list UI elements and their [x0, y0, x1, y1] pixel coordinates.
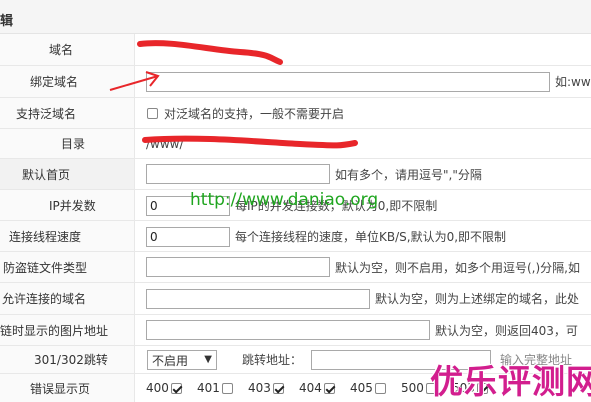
- domain-label: 域名: [49, 43, 74, 57]
- hotlink-types-label: 防盗链文件类型: [3, 260, 88, 275]
- watermark-url: http://www.daniao.org: [190, 190, 379, 210]
- allowed-domains-label: 允许连接的域名: [2, 292, 87, 306]
- default-page-hint: 如有多个，请用逗号","分隔: [335, 167, 482, 182]
- checkbox-icon[interactable]: [170, 382, 182, 394]
- checkbox-icon[interactable]: [374, 382, 386, 394]
- conn-speed-label: 连接线程速度: [9, 229, 82, 244]
- hotlink-image-label: 链时显示的图片地址: [0, 323, 109, 338]
- bind-domain-input[interactable]: [146, 72, 550, 92]
- directory-label: 目录: [61, 137, 86, 151]
- hotlink-image-input[interactable]: [146, 320, 430, 340]
- row-bind-domain: 绑定域名 如:www: [0, 66, 591, 98]
- redirect-label: 301/302跳转: [34, 353, 108, 367]
- redirect-target-label: 跳转地址：: [242, 353, 303, 367]
- wildcard-label: 支持泛域名: [16, 106, 77, 121]
- error-code-403[interactable]: 403: [248, 374, 284, 402]
- checkbox-icon[interactable]: [221, 382, 233, 394]
- directory-value: /www/: [146, 136, 184, 151]
- conn-speed-input[interactable]: [146, 227, 230, 247]
- checkbox-icon[interactable]: [272, 382, 284, 394]
- row-wildcard: 支持泛域名 对泛域名的支持，一般不需要开启: [0, 98, 591, 129]
- hotlink-image-hint: 默认为空，则返回403，可: [435, 323, 578, 338]
- row-domain: 域名: [0, 34, 591, 66]
- error-code-400[interactable]: 400: [146, 374, 182, 402]
- ip-concurrency-label: IP并发数: [49, 198, 96, 213]
- row-hotlink-image: 链时显示的图片地址 默认为空，则返回403，可: [0, 315, 591, 346]
- allowed-domains-hint: 默认为空，则为上述绑定的域名，此处: [375, 292, 580, 306]
- conn-speed-hint: 每个连接线程的速度，单位KB/S,默认为0,即不限制: [235, 229, 507, 244]
- row-conn-speed: 连接线程速度 每个连接线程的速度，单位KB/S,默认为0,即不限制: [0, 221, 591, 252]
- row-default-page: 默认首页 如有多个，请用逗号","分隔: [0, 159, 591, 190]
- row-allowed-domains: 允许连接的域名 默认为空，则为上述绑定的域名，此处: [0, 283, 591, 315]
- hotlink-types-hint: 默认为空，则不启用，如多个用逗号(,)分隔,如: [335, 260, 580, 275]
- default-page-label: 默认首页: [22, 167, 71, 182]
- checkbox-icon[interactable]: [323, 382, 335, 394]
- chevron-down-icon: ▼: [204, 354, 212, 365]
- error-code-404[interactable]: 404: [299, 374, 335, 402]
- hotlink-types-input[interactable]: [146, 257, 330, 277]
- panel-title: 辑: [0, 14, 14, 29]
- redirect-select[interactable]: 不启用 ▼: [147, 350, 217, 370]
- row-hotlink-types: 防盗链文件类型 默认为空，则不启用，如多个用逗号(,)分隔,如: [0, 252, 591, 283]
- site-logo: 优乐评测网: [430, 362, 591, 401]
- wildcard-checkbox[interactable]: [147, 107, 158, 119]
- error-code-401[interactable]: 401: [197, 374, 233, 402]
- row-directory: 目录 /www/: [0, 129, 591, 159]
- default-page-input[interactable]: [146, 164, 330, 184]
- allowed-domains-input[interactable]: [146, 289, 370, 309]
- bind-domain-hint: 如:www: [555, 75, 591, 89]
- panel-header: 辑: [0, 0, 591, 34]
- error-code-405[interactable]: 405: [350, 374, 386, 402]
- error-pages-label: 错误显示页: [30, 381, 91, 396]
- bind-domain-label: 绑定域名: [30, 75, 79, 89]
- wildcard-checkbox-label: 对泛域名的支持，一般不需要开启: [164, 106, 345, 121]
